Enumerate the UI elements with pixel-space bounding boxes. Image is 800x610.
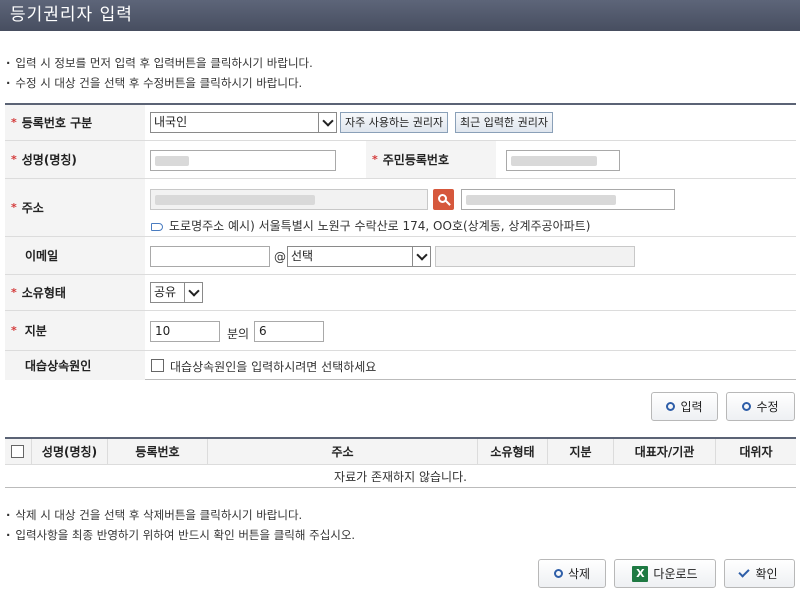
window-title: 등기권리자 입력 <box>0 0 800 31</box>
circle-icon <box>553 569 563 578</box>
frequent-holders-button[interactable]: 자주 사용하는 권리자 <box>340 112 449 133</box>
required-icon: * <box>11 286 17 299</box>
note-item: 수정 시 대상 건을 선택 후 수정버튼을 클릭하시기 바랍니다. <box>6 73 313 93</box>
check-icon <box>738 566 751 578</box>
label-ownership: * 소유형태 <box>5 275 145 310</box>
top-notes: 입력 시 정보를 먼저 입력 후 입력버튼을 클릭하시기 바랍니다. 수정 시 … <box>6 53 313 93</box>
share-middle-label: 분의 <box>227 327 250 341</box>
excel-icon: X <box>632 565 649 582</box>
subrogation-checkbox[interactable] <box>151 359 164 372</box>
row-email: 이메일 @ 선택 <box>5 237 796 275</box>
select-all-cell <box>5 439 31 465</box>
share-denominator-input[interactable]: 6 <box>254 321 324 342</box>
column-header: 주소 <box>207 439 477 465</box>
required-icon: * <box>11 324 17 337</box>
row-share: * 지분 10 분의 6 <box>5 311 796 351</box>
label-address: * 주소 <box>5 179 145 236</box>
download-button[interactable]: X 다운로드 <box>614 559 716 588</box>
note-item: 입력 시 정보를 먼저 입력 후 입력버튼을 클릭하시기 바랍니다. <box>6 53 312 73</box>
column-header: 대표자/기관 <box>613 439 715 465</box>
name-input[interactable] <box>150 150 336 171</box>
column-header: 성명(명칭) <box>31 439 107 465</box>
row-reg-type: * 등록번호 구분 내국인 자주 사용하는 권리자 최근 입력한 권리자 <box>5 105 796 141</box>
subrogation-checkbox-label[interactable]: 대습상속원인을 입력하시려면 선택하세요 <box>170 358 376 375</box>
delete-button[interactable]: 삭제 <box>538 559 606 588</box>
column-header: 등록번호 <box>107 439 207 465</box>
required-icon: * <box>372 153 378 166</box>
label-email: 이메일 <box>5 237 145 274</box>
chevron-down-icon <box>318 113 336 132</box>
note-item: 입력사항을 최종 반영하기 위하여 반드시 확인 버튼을 클릭해 주십시오. <box>6 525 355 545</box>
address-detail-input[interactable] <box>461 189 675 210</box>
search-icon <box>438 194 447 203</box>
row-ownership: * 소유형태 공유 <box>5 275 796 311</box>
row-name: * 성명(명칭) * 주민등록번호 <box>5 141 796 179</box>
note-item: 삭제 시 대상 건을 선택 후 삭제버튼을 클릭하시기 바랍니다. <box>6 505 355 525</box>
label-rrn: * 주민등록번호 <box>366 141 496 178</box>
rights-holder-form: * 등록번호 구분 내국인 자주 사용하는 권리자 최근 입력한 권리자 * 성명(… <box>5 103 796 380</box>
ownership-select[interactable]: 공유 <box>150 282 203 303</box>
label-share: * 지분 <box>5 311 145 350</box>
share-numerator-input[interactable]: 10 <box>150 321 220 342</box>
bottom-notes: 삭제 시 대상 건을 선택 후 삭제버튼을 클릭하시기 바랍니다. 입력사항을 … <box>6 505 355 545</box>
input-button[interactable]: 입력 <box>651 392 718 421</box>
address-hint: 도로명주소 예시) 서울특별시 노원구 수락산로 174, OO호(상계동, 상… <box>151 217 590 234</box>
required-icon: * <box>11 153 17 166</box>
tag-icon <box>151 222 163 231</box>
confirm-button[interactable]: 확인 <box>724 559 795 588</box>
address-input[interactable] <box>150 189 428 210</box>
empty-message: 자료가 존재하지 않습니다. <box>334 470 467 484</box>
email-at-sign: @ <box>274 250 286 264</box>
chevron-down-icon <box>184 283 202 302</box>
required-icon: * <box>11 116 17 129</box>
select-all-checkbox[interactable] <box>11 445 24 458</box>
label-name: * 성명(명칭) <box>5 141 145 178</box>
email-local-input[interactable] <box>150 246 270 267</box>
circle-icon <box>742 402 752 411</box>
label-subrogation: 대습상속원인 <box>5 351 145 380</box>
table-header: 성명(명칭) 등록번호 주소 소유형태 지분 대표자/기관 대위자 <box>5 439 796 465</box>
chevron-down-icon <box>412 247 430 266</box>
holders-table: 성명(명칭) 등록번호 주소 소유형태 지분 대표자/기관 대위자 자료가 존재… <box>5 437 796 488</box>
email-domain-input[interactable] <box>435 246 635 267</box>
row-address: * 주소 도로명주소 예시) 서울특별시 노원구 수락산로 174, OO호(상계… <box>5 179 796 237</box>
column-header: 지분 <box>547 439 613 465</box>
label-reg-type: * 등록번호 구분 <box>5 105 145 140</box>
column-header: 대위자 <box>715 439 796 465</box>
circle-icon <box>666 402 676 411</box>
reg-type-select[interactable]: 내국인 <box>150 112 337 133</box>
address-search-button[interactable] <box>433 189 454 210</box>
required-icon: * <box>11 201 17 214</box>
rrn-input[interactable] <box>506 150 620 171</box>
recent-holders-button[interactable]: 최근 입력한 권리자 <box>455 112 553 133</box>
email-domain-select[interactable]: 선택 <box>287 246 431 267</box>
edit-button[interactable]: 수정 <box>726 392 795 421</box>
row-subrogation: 대습상속원인 대습상속원인을 입력하시려면 선택하세요 <box>5 351 796 380</box>
column-header: 소유형태 <box>477 439 547 465</box>
